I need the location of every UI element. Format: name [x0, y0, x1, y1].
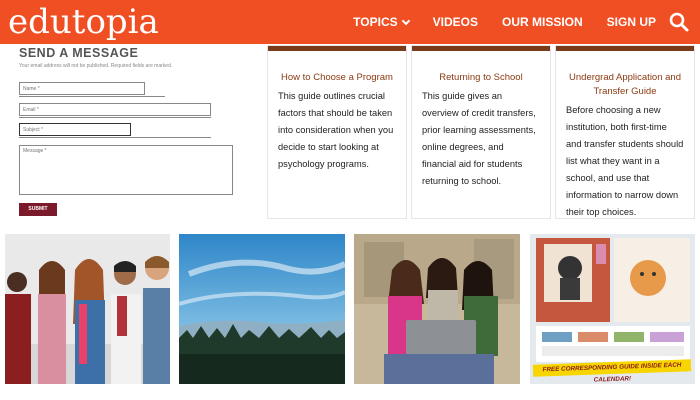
card-body: This guide outlines crucial factors that… [278, 91, 394, 169]
card-title[interactable]: Undergrad Application and Transfer Guide [566, 71, 684, 99]
contact-form: SEND A MESSAGE Your email address will n… [19, 46, 239, 216]
nav-sign-up[interactable]: SIGN UP [607, 15, 656, 29]
site-header: edutopia TOPICS VIDEOS OUR MISSION SIGN … [0, 0, 700, 44]
nav-our-mission[interactable]: OUR MISSION [502, 15, 583, 29]
email-field[interactable] [19, 103, 211, 116]
card-body: This guide gives an overview of credit t… [422, 91, 536, 186]
search-icon[interactable] [668, 11, 690, 33]
chevron-down-icon [401, 16, 410, 25]
photo-students-group[interactable] [5, 234, 170, 384]
submit-button[interactable]: SUBMIT [19, 203, 57, 216]
site-logo[interactable]: edutopia [8, 0, 159, 44]
guide-card-choose-program[interactable]: How to Choose a Program This guide outli… [268, 46, 406, 218]
photo-students-laptop[interactable] [354, 234, 520, 384]
card-body: Before choosing a new institution, both … [566, 105, 684, 217]
form-note: Your email address will not be published… [19, 63, 173, 69]
field-underline [19, 96, 165, 97]
field-underline [19, 117, 211, 118]
message-field[interactable] [19, 145, 233, 195]
card-title[interactable]: How to Choose a Program [278, 71, 396, 85]
nav-topics[interactable]: TOPICS [353, 15, 410, 29]
main-nav: TOPICS VIDEOS OUR MISSION SIGN UP [329, 0, 656, 44]
guide-card-returning-to-school[interactable]: Returning to School This guide gives an … [412, 46, 550, 218]
nav-topics-label: TOPICS [353, 15, 398, 29]
photo-landscape-sky[interactable] [179, 234, 345, 384]
guide-card-undergrad-transfer[interactable]: Undergrad Application and Transfer Guide… [556, 46, 694, 218]
card-title[interactable]: Returning to School [422, 71, 540, 85]
photo-pet-calendar[interactable]: FREE CORRESPONDING GUIDE INSIDE EACH CAL… [530, 234, 695, 384]
subject-field[interactable] [19, 123, 131, 136]
nav-videos[interactable]: VIDEOS [433, 15, 478, 29]
field-underline [19, 137, 211, 138]
form-title: SEND A MESSAGE [19, 46, 139, 60]
name-field[interactable] [19, 82, 145, 95]
